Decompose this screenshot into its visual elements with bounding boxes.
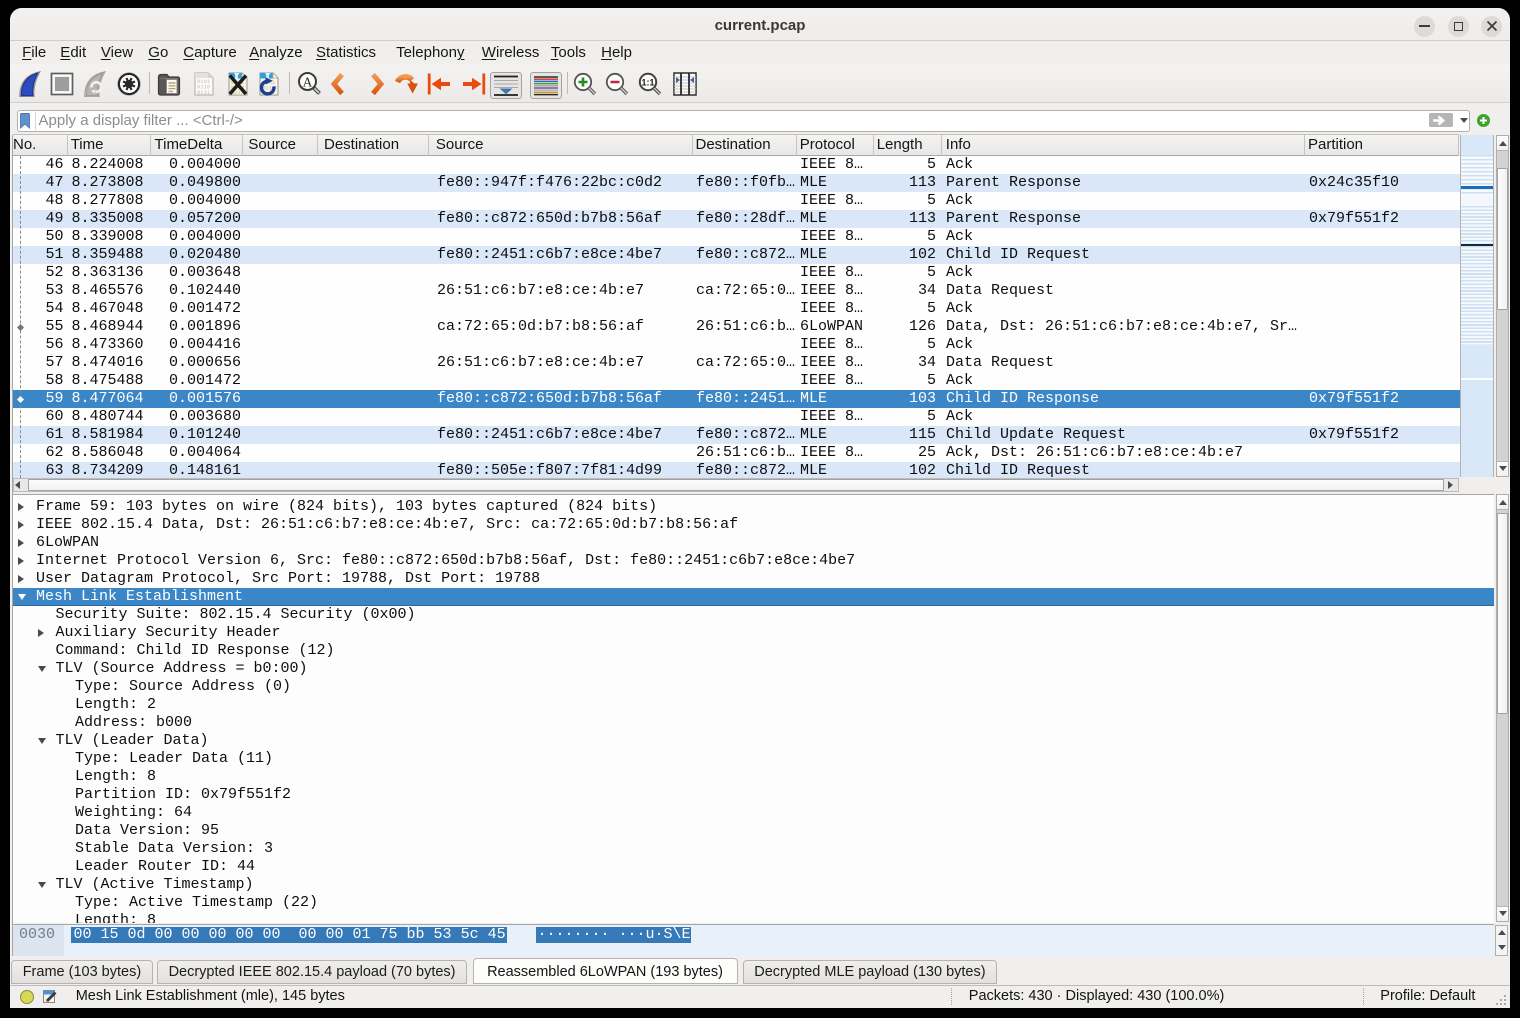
svg-text:0111: 0111 — [197, 89, 211, 96]
svg-text:A: A — [302, 75, 312, 90]
svg-text:1:1: 1:1 — [641, 78, 654, 88]
